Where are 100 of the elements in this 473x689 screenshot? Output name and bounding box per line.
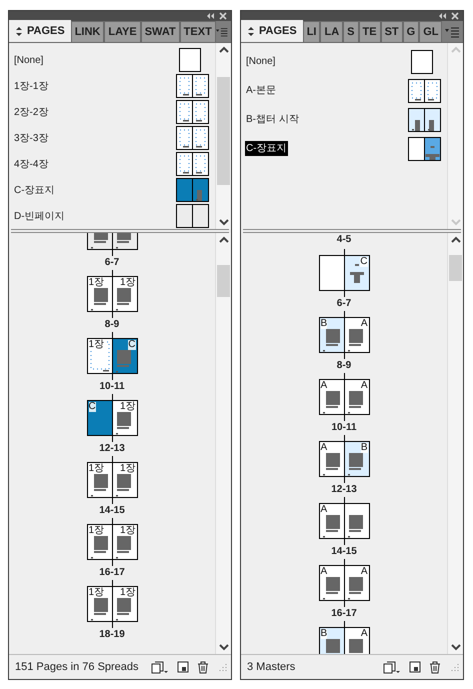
master-name[interactable]: 3장-3장 [13,130,50,146]
spread-label: 18-19 [99,628,125,642]
spread-label: 6-7 [104,256,120,270]
page-thumbnail[interactable] [320,504,344,538]
panel-tab[interactable]: LI [302,21,320,42]
page-thumbnail[interactable] [180,49,200,71]
page-thumbnail[interactable] [193,127,208,149]
trash-icon[interactable] [197,660,209,674]
page-thumbnail[interactable] [320,380,344,414]
spread-label: 10-11 [99,380,125,394]
page-thumbnail[interactable] [193,101,208,123]
resize-grip-icon[interactable] [217,662,227,672]
page-thumbnail[interactable] [193,205,208,227]
page-thumbnail[interactable] [344,442,368,476]
page-thumbnail[interactable] [320,628,344,654]
page-thumbnail[interactable] [320,442,344,476]
page-thumbnail[interactable] [425,108,440,130]
scrollbar[interactable] [447,233,463,654]
scroll-thumb[interactable] [449,255,462,281]
page-icon[interactable] [409,661,421,673]
master-prefix: 1장 [88,526,104,536]
page-thumbnail[interactable] [112,339,136,373]
scroll-thumb[interactable] [217,265,230,297]
spread-label: 8-9 [104,318,120,332]
page-thumbnail[interactable] [409,108,424,130]
panel-tab[interactable]: LINK [70,21,104,42]
page-thumbnail[interactable] [193,179,208,201]
trash-icon[interactable] [429,660,441,674]
page-thumbnail[interactable] [177,205,192,227]
page-thumbnail[interactable] [177,101,192,123]
master-prefix: 1장 [88,278,104,288]
master-name[interactable]: 2장-2장 [13,104,50,120]
spread-label: 8-9 [336,359,352,373]
panel-tab[interactable]: TEXT [180,21,216,42]
panel-tab[interactable]: PAGES [9,20,71,42]
master-name[interactable]: C-장표지 [13,182,56,198]
spread-label: 6-7 [336,297,352,311]
scroll-thumb[interactable] [217,77,230,185]
panel-tab[interactable]: SWAT [140,21,180,42]
panel-tab[interactable]: GL [419,21,442,42]
page-thumbnail[interactable] [320,566,344,600]
master-prefix: C [360,257,368,267]
master-prefix: 1장 [88,340,104,350]
new-page-icon[interactable] [383,660,401,674]
scrollbar[interactable] [215,233,231,654]
master-name[interactable]: A-본문 [245,83,277,98]
page-thumbnail[interactable] [409,138,424,160]
close-icon[interactable] [219,12,227,20]
page-thumbnail[interactable] [344,628,368,654]
master-name[interactable]: B-챕터 시작 [245,112,300,127]
master-name[interactable]: C-장표지 [245,141,288,156]
spread-label: 14-15 [331,545,357,559]
page-thumbnail[interactable] [320,256,344,290]
page-thumbnail[interactable] [88,401,112,435]
spread-label: 10-11 [331,421,357,435]
close-icon[interactable] [451,12,459,20]
master-prefix: 1장 [120,588,136,598]
panel-tab[interactable]: S [343,21,358,42]
master-name[interactable]: 4장-4장 [13,156,50,172]
master-name[interactable]: [None] [13,52,44,68]
menu-icon[interactable] [445,25,460,38]
panel-tab[interactable]: PAGES [241,20,303,42]
page-thumbnail[interactable] [177,75,192,97]
page-thumbnail[interactable] [193,75,208,97]
page-thumbnail[interactable] [177,179,192,201]
panel-tab[interactable]: LAYE [104,21,141,42]
menu-icon[interactable] [216,25,228,38]
panel-tab[interactable]: LA [320,21,344,42]
master-prefix: 1장 [120,526,136,536]
new-page-icon[interactable] [151,660,169,674]
page-thumbnail[interactable] [344,380,368,414]
spread-label: 14-15 [99,504,125,518]
panel-tab[interactable]: G [402,21,420,42]
spread-label: 16-17 [99,566,125,580]
master-name[interactable]: [None] [245,54,276,69]
panel-tab[interactable]: ST [380,21,403,42]
page-thumbnail[interactable] [344,566,368,600]
page-thumbnail[interactable] [344,504,368,538]
spread-label: 16-17 [331,607,357,621]
page-thumbnail[interactable] [177,153,192,175]
page-thumbnail[interactable] [344,256,368,290]
page-thumbnail[interactable] [425,138,440,160]
page-thumbnail[interactable] [409,80,424,102]
scrollbar[interactable] [215,43,231,229]
sort-icon [15,26,23,36]
master-prefix: 1장 [88,464,104,474]
spread-label: 4-5 [336,233,352,247]
page-thumbnail[interactable] [425,80,440,102]
status-text: 3 Masters [247,660,296,675]
page-thumbnail[interactable] [320,318,344,352]
page-thumbnail[interactable] [344,318,368,352]
master-name[interactable]: 1장-1장 [13,78,50,94]
page-thumbnail[interactable] [412,50,432,72]
resize-grip-icon[interactable] [449,662,459,672]
page-icon[interactable] [177,661,189,673]
page-thumbnail[interactable] [177,127,192,149]
master-name[interactable]: D-빈페이지 [13,208,66,224]
page-thumbnail[interactable] [193,153,208,175]
sort-icon [247,26,255,36]
panel-tab[interactable]: TE [358,21,381,42]
